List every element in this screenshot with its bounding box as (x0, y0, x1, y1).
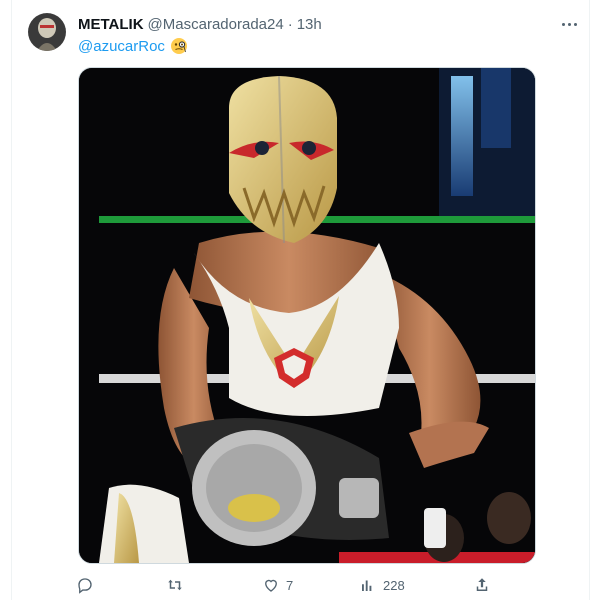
tweet[interactable]: METALIK @Mascaradorada24 · 13h @azucarRo… (0, 0, 600, 600)
retweet-icon (168, 579, 182, 591)
action-bar: 7 228 (76, 574, 506, 596)
separator-dot: · (287, 15, 293, 33)
heart-icon (265, 579, 277, 592)
more-options-icon[interactable] (558, 14, 580, 34)
wrestler-photo (79, 68, 535, 563)
views-icon (362, 580, 372, 591)
face-with-monocle-icon (170, 37, 188, 55)
tweet-photo[interactable] (78, 67, 536, 564)
views-button[interactable]: 228 (359, 574, 405, 596)
timestamp[interactable]: 13h (297, 16, 322, 33)
tweet-text: @azucarRoc (78, 36, 188, 56)
avatar-image (28, 13, 66, 51)
views-count: 228 (383, 577, 405, 593)
likes-count: 7 (286, 577, 294, 593)
reply-button[interactable] (76, 574, 94, 596)
user-handle[interactable]: @Mascaradorada24 (148, 16, 284, 33)
display-name[interactable]: METALIK (78, 16, 144, 33)
retweet-button[interactable] (166, 574, 184, 596)
tweet-header: METALIK @Mascaradorada24 · 13h (78, 14, 322, 34)
share-icon (476, 578, 488, 591)
like-button[interactable]: 7 (262, 574, 293, 596)
mention-link[interactable]: @azucarRoc (78, 38, 165, 55)
avatar[interactable] (28, 13, 66, 51)
reply-icon (78, 578, 92, 594)
share-button[interactable] (473, 574, 491, 596)
